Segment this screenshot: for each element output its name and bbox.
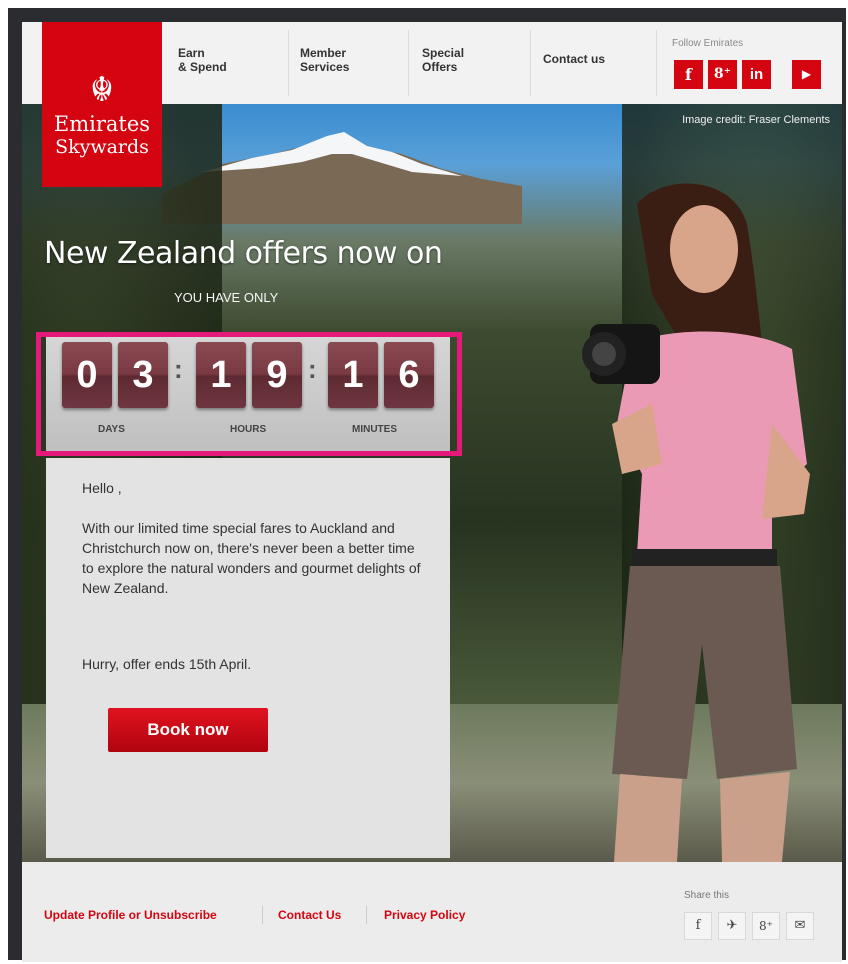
email-page: Earn & Spend Member Services Special Off…	[22, 22, 842, 962]
footer-divider	[262, 906, 263, 924]
hours-digit: 1	[196, 342, 246, 408]
logo-line2: Skywards	[55, 136, 149, 158]
nav-contact-us[interactable]: Contact us	[543, 52, 605, 66]
emirates-skywards-logo[interactable]: ☬ Emirates Skywards	[42, 22, 162, 187]
countdown-separator: :	[174, 354, 183, 384]
nav-label: Contact us	[543, 52, 606, 66]
facebook-icon[interactable]: f	[684, 912, 712, 940]
minutes-digit: 1	[328, 342, 378, 408]
privacy-policy-link[interactable]: Privacy Policy	[384, 908, 465, 922]
unsubscribe-link[interactable]: Update Profile or Unsubscribe	[44, 908, 217, 922]
nav-divider	[530, 30, 531, 96]
share-label: Share this	[684, 890, 730, 901]
countdown-intro: YOU HAVE ONLY	[174, 290, 279, 305]
youtube-icon[interactable]: ▶	[792, 60, 821, 89]
greeting: Hello ,	[82, 480, 122, 496]
nav-label: Earn	[178, 46, 205, 60]
offer-deadline: Hurry, offer ends 15th April.	[82, 656, 252, 672]
hours-digit: 9	[252, 342, 302, 408]
logo-line1: Emirates	[53, 112, 151, 136]
image-credit: Image credit: Fraser Clements	[682, 114, 830, 126]
email-icon[interactable]: ✉	[786, 912, 814, 940]
footer-divider	[366, 906, 367, 924]
hero-headline: New Zealand offers now on	[44, 236, 443, 271]
google-plus-icon[interactable]: 8⁺	[752, 912, 780, 940]
nav-divider	[656, 30, 657, 96]
nav-divider	[288, 30, 289, 96]
nav-label: Member	[300, 46, 347, 60]
message-body: With our limited time special fares to A…	[82, 520, 421, 596]
footer: Update Profile or Unsubscribe Contact Us…	[22, 862, 842, 962]
message-card: Hello , With our limited time special fa…	[46, 458, 450, 858]
minutes-label: MINUTES	[352, 424, 397, 435]
nav-member-services[interactable]: Member Services	[300, 46, 349, 74]
nav-divider	[408, 30, 409, 96]
linkedin-icon[interactable]: in	[742, 60, 771, 89]
book-now-button[interactable]: Book now	[108, 708, 268, 752]
days-label: DAYS	[98, 424, 125, 435]
contact-us-link[interactable]: Contact Us	[278, 908, 341, 922]
nav-special-offers[interactable]: Special Offers	[422, 46, 464, 74]
follow-label: Follow Emirates	[672, 38, 744, 49]
facebook-icon[interactable]: f	[674, 60, 703, 89]
days-digit: 3	[118, 342, 168, 408]
minutes-digit: 6	[384, 342, 434, 408]
google-plus-icon[interactable]: 8⁺	[708, 60, 737, 89]
nav-label: Offers	[422, 60, 458, 74]
hours-label: HOURS	[230, 424, 267, 435]
countdown-separator: :	[308, 354, 317, 384]
nav-label: & Spend	[178, 60, 227, 74]
nav-label: Special	[422, 46, 465, 60]
nav-earn-spend[interactable]: Earn & Spend	[178, 46, 227, 74]
nav-label: Services	[300, 60, 350, 74]
woman-photographer-image	[582, 183, 810, 862]
days-digit: 0	[62, 342, 112, 408]
twitter-icon[interactable]: ✈	[718, 912, 746, 940]
emirates-logo-icon: ☬	[89, 70, 115, 110]
